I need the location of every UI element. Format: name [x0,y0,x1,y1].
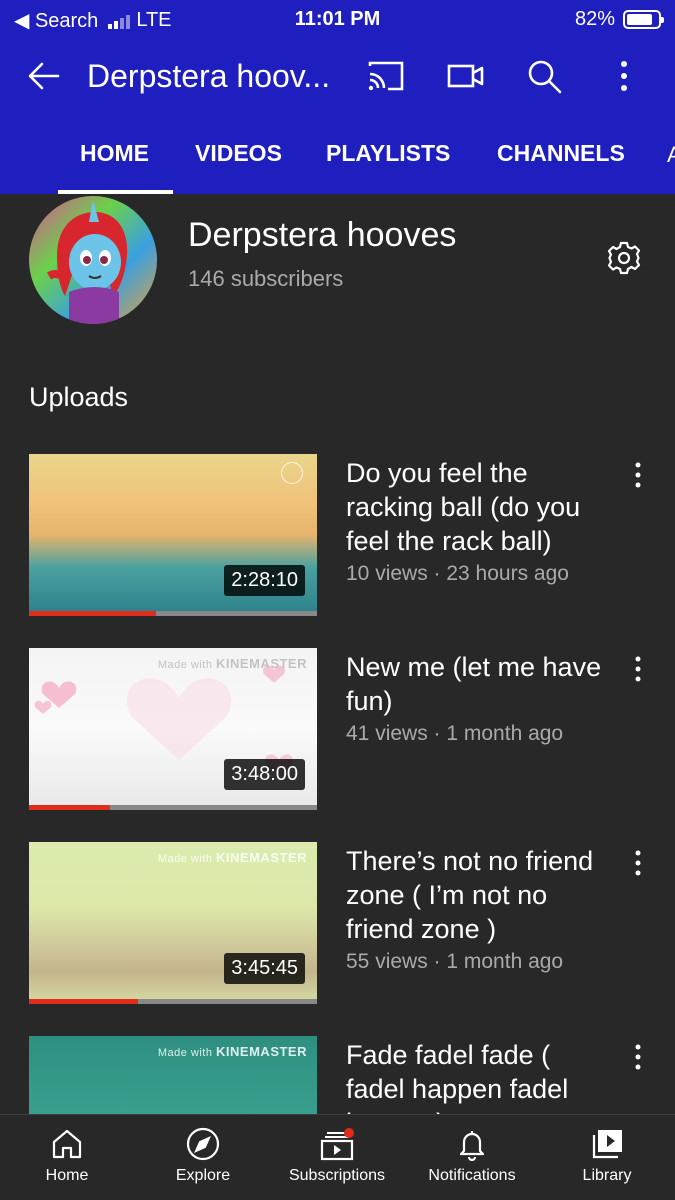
nav-subscriptions[interactable]: Subscriptions [283,1127,391,1185]
tab-overflow[interactable]: A [667,142,675,168]
subscriptions-icon [320,1128,354,1161]
subscriber-count: 146 subscribers [188,266,344,291]
watch-progress-bar [29,805,317,810]
nav-subscriptions-label: Subscriptions [288,1167,386,1184]
status-time: 11:01 PM [294,8,381,30]
app-bar: Derpstera hoov... [0,44,675,108]
watermark-small-text: Made with [157,1047,213,1059]
nav-notifications-label: Notifications [428,1167,516,1184]
home-icon [52,1129,82,1159]
nav-library[interactable]: Library [567,1127,647,1185]
video-title[interactable]: Do you feel the racking ball (do you fee… [346,456,616,558]
nav-explore-label: Explore [175,1167,231,1184]
channel-header: Derpstera hooves 146 subscribers [0,194,675,354]
video-more-options-icon[interactable] [630,654,646,689]
watermark: Made with KINEMASTER [158,850,307,865]
status-bar: ◀ Search LTE 11:01 PM 82% [0,0,675,40]
bell-icon [459,1131,485,1161]
video-duration: 2:28:10 [224,565,305,596]
nav-home[interactable]: Home [24,1127,110,1185]
battery-icon [623,10,664,29]
header: ◀ Search LTE 11:01 PM 82% Derpstera hoov… [0,0,675,194]
watermark-brand: KINEMASTER [216,850,307,865]
nav-library-label: Library [582,1167,632,1184]
watermark: Made with KINEMASTER [158,1044,307,1059]
video-item[interactable]: Made with KINEMASTER 3:45:45 There’s not… [0,842,675,1004]
video-more-options-icon[interactable] [630,848,646,883]
video-item[interactable]: Made with KINEMASTER Fade fadel fade ( f… [0,1036,675,1114]
channel-avatar[interactable] [29,196,157,324]
video-duration: 3:48:00 [224,759,305,790]
video-duration: 3:45:45 [224,953,305,984]
more-options-icon[interactable] [612,58,636,99]
section-title-uploads[interactable]: Uploads [29,382,128,413]
video-thumbnail[interactable]: 2:28:10 [29,454,317,616]
video-camera-icon[interactable] [446,58,486,99]
video-meta: 41 views · 1 month ago [346,722,564,745]
tab-channels[interactable]: CHANNELS [497,140,625,167]
watch-progress-bar [29,999,317,1004]
video-meta: 10 views · 23 hours ago [346,562,569,585]
gear-icon[interactable] [606,240,642,281]
back-arrow-icon[interactable] [26,58,62,99]
video-more-options-icon[interactable] [630,1042,646,1077]
video-title[interactable]: New me (let me have fun) [346,650,616,718]
video-title[interactable]: There’s not no friend zone ( I’m not no … [346,844,616,946]
nav-home-label: Home [45,1167,89,1184]
video-item[interactable]: 2:28:10 Do you feel the racking ball (do… [0,454,675,616]
video-meta: 55 views · 1 month ago [346,950,564,973]
page-title: Derpstera hoov... [87,58,331,94]
nav-explore[interactable]: Explore [160,1127,246,1185]
watermark: Made with KINEMASTER [158,656,307,671]
watch-progress-bar [29,611,317,616]
search-icon[interactable] [526,58,564,99]
status-right: 82% [574,8,664,31]
watermark-small-text: Made with [157,659,213,671]
bottom-navigation: Home Explore Subscriptions Notifications… [0,1114,675,1200]
channel-name: Derpstera hooves [188,216,457,254]
battery-percent: 82% [574,8,615,30]
tab-videos[interactable]: VIDEOS [195,140,282,167]
watermark-brand: KINEMASTER [216,656,307,671]
cast-icon[interactable] [366,58,406,99]
tab-playlists[interactable]: PLAYLISTS [326,140,450,167]
library-icon [592,1130,622,1159]
video-title[interactable]: Fade fadel fade ( fadel happen fadel hap… [346,1038,616,1114]
watermark-small-text: Made with [157,853,213,865]
nav-notifications[interactable]: Notifications [420,1127,524,1185]
video-item[interactable]: Made with KINEMASTER 3:48:00 New me (let… [0,648,675,810]
video-thumbnail[interactable]: Made with KINEMASTER 3:45:45 [29,842,317,1004]
video-thumbnail[interactable]: Made with KINEMASTER [29,1036,317,1114]
video-more-options-icon[interactable] [630,460,646,495]
tab-home[interactable]: HOME [80,140,149,167]
channel-tabs: HOME VIDEOS PLAYLISTS CHANNELS A [0,124,675,194]
watermark-brand: KINEMASTER [216,1044,307,1059]
video-thumbnail[interactable]: Made with KINEMASTER 3:48:00 [29,648,317,810]
watermark-logo [281,462,303,484]
compass-icon [186,1127,220,1161]
